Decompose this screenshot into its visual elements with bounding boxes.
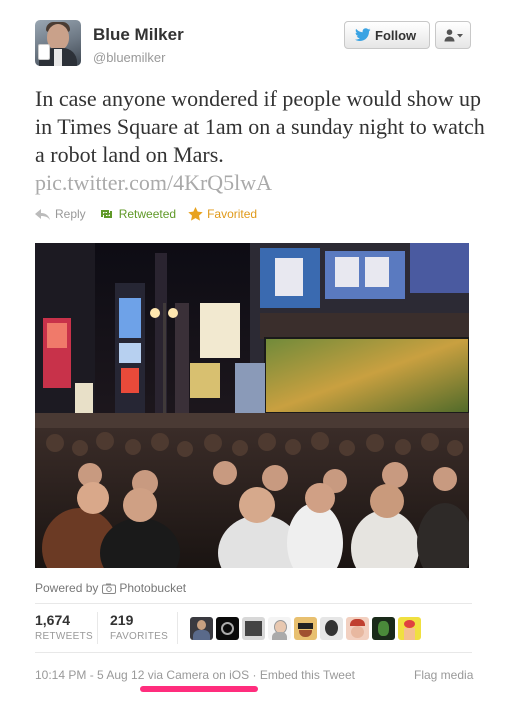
favoriter-avatar[interactable] xyxy=(320,617,343,640)
highlight-underline xyxy=(140,686,258,692)
tweet-metadata: 10:14 PM - 5 Aug 12 via Camera on iOS · … xyxy=(35,668,355,682)
user-handle[interactable]: @bluemilker xyxy=(93,50,165,65)
reply-button[interactable]: Reply xyxy=(35,207,86,221)
stat-divider xyxy=(177,612,178,644)
tweet-body: In case anyone wondered if people would … xyxy=(35,86,485,167)
twitter-bird-icon xyxy=(355,28,371,47)
photobucket-link[interactable]: Photobucket xyxy=(119,581,186,595)
follow-button[interactable]: Follow xyxy=(344,21,430,49)
tweet-text: In case anyone wondered if people would … xyxy=(35,85,485,197)
divider xyxy=(35,652,472,653)
media-attribution: Powered by Photobucket xyxy=(35,581,186,595)
follow-label: Follow xyxy=(375,28,417,43)
powered-by-label: Powered by xyxy=(35,581,99,595)
avatar[interactable] xyxy=(35,20,81,66)
camera-icon xyxy=(102,583,117,594)
favoriter-avatar[interactable] xyxy=(190,617,213,640)
retweeted-label: Retweeted xyxy=(118,207,177,221)
tweet-photo[interactable] xyxy=(35,243,469,568)
favoriter-avatar[interactable] xyxy=(346,617,369,640)
tweet-actions: Reply Retweeted Favorited xyxy=(35,207,269,221)
user-actions-dropdown[interactable] xyxy=(435,21,471,49)
favoriter-avatars xyxy=(190,617,421,640)
favoriter-avatar[interactable] xyxy=(216,617,239,640)
star-icon xyxy=(188,207,203,221)
timestamp-link[interactable]: 10:14 PM - 5 Aug 12 xyxy=(35,668,144,682)
favorites-label: FAVORITES xyxy=(110,631,169,642)
favorites-stat[interactable]: 219 FAVORITES xyxy=(110,612,168,642)
embed-tweet-link[interactable]: Embed this Tweet xyxy=(260,668,355,682)
via-source[interactable]: via Camera on iOS xyxy=(148,668,249,682)
favoriter-avatar[interactable] xyxy=(242,617,265,640)
retweets-stat[interactable]: 1,674 RETWEETS xyxy=(35,612,93,642)
tweet-media-link[interactable]: pic.twitter.com/4KrQ5lwA xyxy=(35,169,485,197)
favorited-label: Favorited xyxy=(207,207,258,221)
retweet-icon xyxy=(100,210,112,218)
reply-icon xyxy=(35,208,50,220)
times-square-crowd-image xyxy=(35,243,469,568)
flag-media-link[interactable]: Flag media xyxy=(414,668,473,682)
user-dropdown-icon xyxy=(444,29,463,42)
reply-label: Reply xyxy=(55,207,86,221)
stat-divider xyxy=(97,612,98,644)
favoriter-avatar[interactable] xyxy=(294,617,317,640)
user-name[interactable]: Blue Milker xyxy=(93,25,184,45)
separator: · xyxy=(252,668,257,682)
favorite-button[interactable]: Favorited xyxy=(188,207,257,221)
retweets-count: 1,674 xyxy=(35,612,71,628)
favorites-count: 219 xyxy=(110,612,134,628)
favoriter-avatar[interactable] xyxy=(268,617,291,640)
favoriter-avatar[interactable] xyxy=(372,617,395,640)
retweets-label: RETWEETS xyxy=(35,631,93,642)
favoriter-avatar[interactable] xyxy=(398,617,421,640)
divider xyxy=(35,603,472,604)
retweet-button[interactable]: Retweeted xyxy=(98,207,176,221)
